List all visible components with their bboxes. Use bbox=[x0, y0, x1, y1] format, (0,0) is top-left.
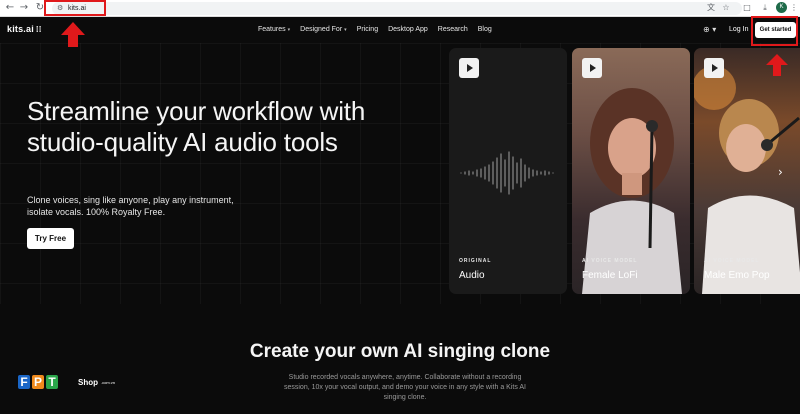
nav-features-label: Features bbox=[258, 26, 286, 33]
section-title: Create your own AI singing clone bbox=[249, 341, 551, 362]
nav-research[interactable]: Research bbox=[438, 25, 468, 35]
section-body: Studio recorded vocals anywhere, anytime… bbox=[283, 374, 527, 401]
waveform-icon bbox=[460, 151, 554, 195]
site-header: kits.ai ⁞⁞ Features ▾ Designed For ▾ Pricin… bbox=[0, 17, 800, 43]
kits-logo[interactable]: kits.ai ⁞⁞ bbox=[7, 24, 42, 34]
card-title: Female LoFi bbox=[582, 270, 638, 281]
nav-pricing[interactable]: Pricing bbox=[357, 25, 378, 35]
translate-icon[interactable]: 文 bbox=[706, 3, 716, 13]
watermark-domain: .com.vn bbox=[101, 380, 116, 385]
play-icon[interactable] bbox=[459, 58, 479, 78]
watermark-letter: T bbox=[46, 375, 58, 389]
forward-icon[interactable]: → bbox=[18, 2, 30, 14]
main-nav: Features ▾ Designed For ▾ Pricing Desktop … bbox=[258, 25, 492, 35]
download-icon[interactable]: ⤓ bbox=[760, 3, 770, 13]
back-icon[interactable]: ← bbox=[4, 2, 16, 14]
card-female-lofi[interactable]: AI VOICE MODEL Female LoFi bbox=[572, 48, 690, 294]
annotation-box-url bbox=[44, 0, 106, 16]
extensions-icon[interactable]: □ bbox=[742, 3, 752, 13]
watermark-shop: Shop bbox=[78, 378, 98, 387]
chevron-down-icon: ▾ bbox=[287, 27, 291, 33]
card-title: Audio bbox=[459, 270, 485, 281]
chevron-down-icon: ▾ bbox=[344, 27, 347, 33]
carousel-next-icon[interactable]: › bbox=[778, 166, 783, 178]
play-icon[interactable] bbox=[582, 58, 602, 78]
hero-title: Streamline your workflow with studio-qua… bbox=[27, 96, 366, 157]
nav-designed-for[interactable]: Designed For ▾ bbox=[300, 25, 347, 35]
card-kicker: AI VOICE MODEL bbox=[582, 258, 638, 264]
try-free-button[interactable]: Try Free bbox=[27, 228, 74, 249]
hero-subtitle: Clone voices, sing like anyone, play any… bbox=[27, 195, 234, 217]
card-kicker: ORIGINAL bbox=[459, 258, 492, 264]
card-original-audio[interactable]: ORIGINAL Audio bbox=[449, 48, 567, 294]
card-title: Male Emo Pop bbox=[704, 270, 770, 281]
nav-features[interactable]: Features ▾ bbox=[258, 25, 290, 35]
logo-text: kits.ai bbox=[7, 24, 34, 34]
menu-icon[interactable]: ⋮ bbox=[789, 3, 799, 13]
address-bar[interactable]: ⚙ kits.ai bbox=[52, 2, 742, 15]
watermark-letter: P bbox=[32, 375, 44, 389]
play-icon[interactable] bbox=[704, 58, 724, 78]
fpt-shop-watermark: F P T Shop .com.vn bbox=[18, 375, 118, 391]
login-link[interactable]: Log In bbox=[729, 25, 748, 35]
nav-desktop-app[interactable]: Desktop App bbox=[388, 25, 428, 35]
watermark-letter: F bbox=[18, 375, 30, 389]
nav-blog[interactable]: Blog bbox=[478, 25, 492, 35]
bookmark-star-icon[interactable]: ☆ bbox=[721, 3, 731, 13]
logo-mark-icon: ⁞⁞ bbox=[35, 25, 42, 34]
nav-designed-for-label: Designed For bbox=[300, 26, 343, 33]
profile-avatar[interactable]: K bbox=[776, 2, 787, 13]
browser-toolbar: ← → ↻ ⚙ kits.ai 文 ☆ □ ⤓ K ⋮ bbox=[0, 0, 800, 17]
card-kicker: AI VOICE MODEL bbox=[704, 258, 760, 264]
language-globe-icon[interactable]: ⊕ ▾ bbox=[703, 25, 716, 35]
card-male-emo-pop[interactable]: AI VOICE MODEL Male Emo Pop bbox=[694, 48, 800, 294]
annotation-box-get-started bbox=[751, 16, 798, 46]
